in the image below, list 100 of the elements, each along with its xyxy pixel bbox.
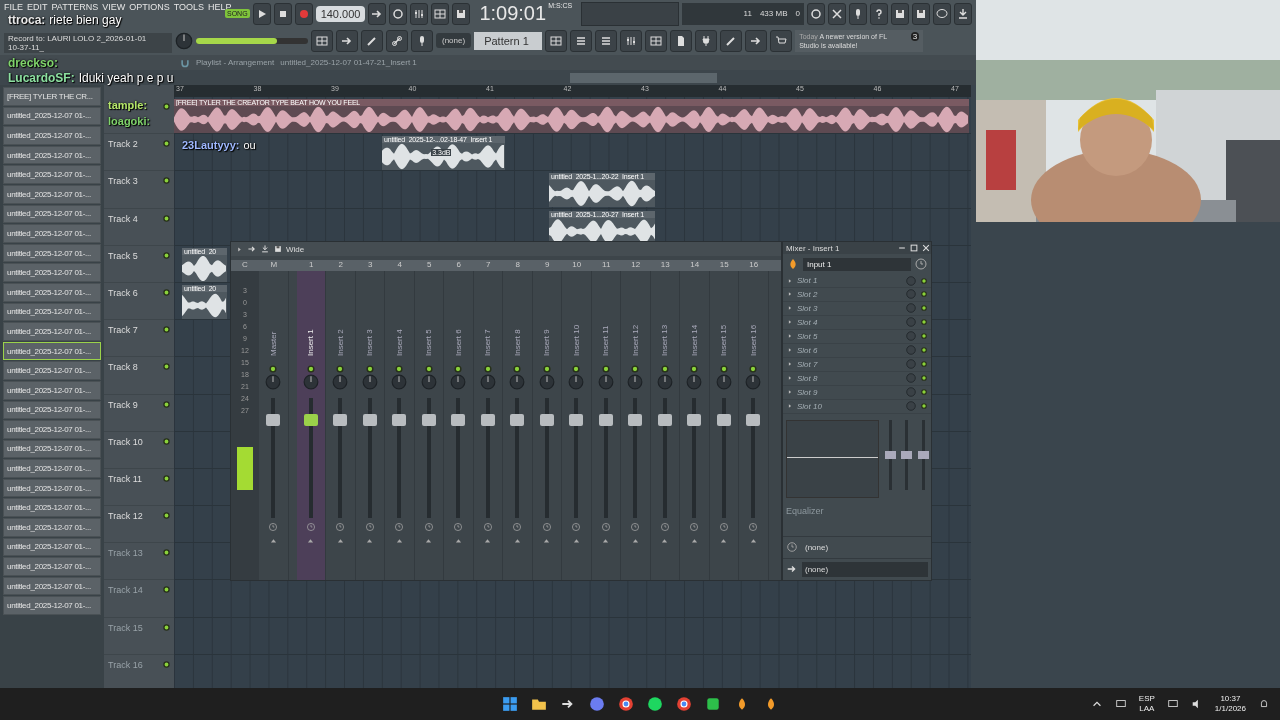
menu-item[interactable]: PATTERNS (51, 2, 99, 12)
mixer-strip[interactable]: Insert 4 (385, 271, 415, 580)
fader-handle[interactable] (392, 413, 407, 426)
toolbar-button[interactable] (410, 2, 429, 25)
toolbar-button[interactable] (890, 2, 909, 25)
fader-handle[interactable] (539, 413, 554, 426)
track-name[interactable]: Track 11 (108, 473, 142, 484)
track-name[interactable]: Track 2 (108, 139, 138, 150)
mixer-strip[interactable]: Insert 2 (326, 271, 356, 580)
toolbar-button[interactable] (695, 29, 718, 52)
browser-item[interactable]: untitled_2025-12-07 01-... (3, 420, 101, 439)
browser-item[interactable]: untitled_2025-12-07 01-... (3, 302, 101, 322)
fader-handle[interactable] (716, 413, 731, 426)
track-name[interactable]: Track 9 (108, 399, 138, 410)
track-name[interactable]: Track 16 (108, 659, 143, 670)
browser-item[interactable]: untitled_2025-12-07 01-... (3, 243, 101, 263)
browser-item[interactable]: untitled_2025-12-07 01-... (3, 498, 101, 518)
toolbar-button[interactable] (570, 29, 593, 52)
browser-item[interactable]: untitled_2025-12-07 01-... (3, 439, 101, 459)
taskbar-button[interactable] (617, 696, 634, 712)
fader-handle[interactable] (598, 413, 613, 426)
track-name[interactable]: Track 13 (108, 548, 143, 559)
track-name[interactable]: Track 4 (108, 213, 138, 224)
toolbar-button[interactable] (336, 29, 358, 52)
toolbar-button[interactable] (361, 29, 383, 52)
browser-item[interactable]: untitled_2025-12-07 01-... (3, 380, 101, 400)
mixer-strip[interactable]: Insert 15 (709, 271, 739, 580)
toolbar-button[interactable] (620, 29, 643, 52)
tempo-field[interactable]: 140.000 (315, 5, 366, 22)
mixer-strip[interactable]: Insert 3 (355, 271, 385, 580)
menu-item[interactable]: HELP (208, 2, 232, 12)
preset-selector[interactable]: (none) (436, 33, 472, 48)
language-indicator[interactable]: ESP LAA (1138, 694, 1155, 714)
browser-item[interactable]: untitled_2025-12-07 01-... (3, 322, 101, 341)
stop-button[interactable] (273, 2, 292, 25)
pattern-selector[interactable]: Pattern 1 (474, 31, 543, 50)
mixer-strip[interactable]: Insert 5 (414, 271, 444, 580)
fader-handle[interactable] (266, 413, 281, 426)
mixer-strip[interactable]: Insert 1 (296, 271, 326, 580)
fader-handle[interactable] (687, 413, 702, 426)
toolbar-button[interactable] (745, 29, 768, 52)
browser-item[interactable]: untitled_2025-12-07 01-... (3, 518, 101, 537)
effect-slot[interactable]: Slot 3 (797, 303, 902, 313)
fader-handle[interactable] (421, 413, 436, 426)
fader-handle[interactable] (362, 413, 377, 426)
toolbar-button[interactable] (953, 2, 972, 25)
mixer-strip[interactable]: Insert 16 (739, 271, 769, 580)
fader-handle[interactable] (333, 413, 348, 426)
effect-slot[interactable]: Slot 8 (797, 373, 902, 383)
menu-item[interactable]: EDIT (27, 2, 48, 12)
fader-handle[interactable] (628, 413, 643, 426)
browser-item[interactable]: untitled_2025-12-07 01-... (3, 361, 101, 380)
toolbar-button[interactable] (848, 2, 867, 25)
browser-item[interactable]: untitled_2025-12-07 01-... (3, 204, 101, 224)
output-selector[interactable]: (none) (802, 562, 928, 577)
toolbar-button[interactable] (770, 29, 793, 52)
fader-handle[interactable] (746, 413, 761, 426)
menu-item[interactable]: OPTIONS (129, 2, 170, 12)
track-name[interactable]: Track 3 (108, 176, 138, 187)
browser-item[interactable]: untitled_2025-12-07 01-... (3, 459, 101, 478)
toolbar-button[interactable] (720, 29, 743, 52)
toolbar-button[interactable] (932, 2, 951, 25)
eq-fader-handle[interactable] (901, 450, 913, 459)
browser-item[interactable]: untitled_2025-12-07 01-... (3, 165, 101, 184)
master-volume-slider[interactable] (196, 37, 308, 44)
mixer-strip[interactable]: Insert 14 (680, 271, 710, 580)
track-name[interactable]: Track 7 (108, 325, 138, 336)
toolbar-button[interactable] (311, 29, 333, 52)
taskbar-button[interactable] (704, 696, 721, 712)
effect-slot[interactable]: Slot 5 (797, 331, 902, 341)
mixer-strip[interactable]: Insert 8 (503, 271, 533, 580)
track-name[interactable]: Track 12 (108, 511, 143, 522)
toolbar-button[interactable] (431, 2, 450, 25)
effect-slot[interactable]: Slot 9 (797, 387, 902, 397)
browser-item[interactable]: untitled_2025-12-07 01-... (3, 145, 101, 165)
browser-item[interactable]: untitled_2025-12-07 01-... (3, 576, 101, 596)
track-name[interactable]: Track 14 (108, 585, 143, 596)
toolbar-button[interactable] (645, 29, 668, 52)
mixer-strip[interactable]: Master (259, 271, 289, 580)
layout-preset[interactable]: Wide (286, 244, 305, 254)
fader-handle[interactable] (657, 413, 672, 426)
mixer-strip[interactable]: Insert 10 (562, 271, 592, 580)
eq-fader-handle[interactable] (917, 450, 929, 459)
toolbar-button[interactable] (827, 2, 846, 25)
clock[interactable]: 10:37 1/1/2026 (1214, 694, 1246, 714)
browser-item[interactable]: [FREE] TYLER THE CR... (3, 87, 101, 106)
input-selector[interactable]: Input 1 (803, 257, 911, 271)
mixer-strip[interactable]: Insert 9 (532, 271, 562, 580)
browser-item[interactable]: untitled_2025-12-07 01-... (3, 263, 101, 282)
effect-slot[interactable]: Slot 10 (797, 401, 902, 411)
browser-item[interactable]: untitled_2025-12-07 01-... (3, 557, 101, 576)
eq-fader-handle[interactable] (884, 450, 896, 459)
effect-slot[interactable]: Slot 4 (797, 317, 902, 327)
track-name[interactable]: Track 6 (108, 287, 138, 298)
track-name[interactable]: Track 5 (108, 250, 138, 261)
browser-item[interactable]: untitled_2025-12-07 01-... (3, 478, 101, 498)
mixer-strip[interactable]: Insert 6 (444, 271, 474, 580)
taskbar-button[interactable] (646, 696, 663, 712)
menu-item[interactable]: VIEW (102, 2, 126, 12)
toolbar-button[interactable] (595, 29, 618, 52)
